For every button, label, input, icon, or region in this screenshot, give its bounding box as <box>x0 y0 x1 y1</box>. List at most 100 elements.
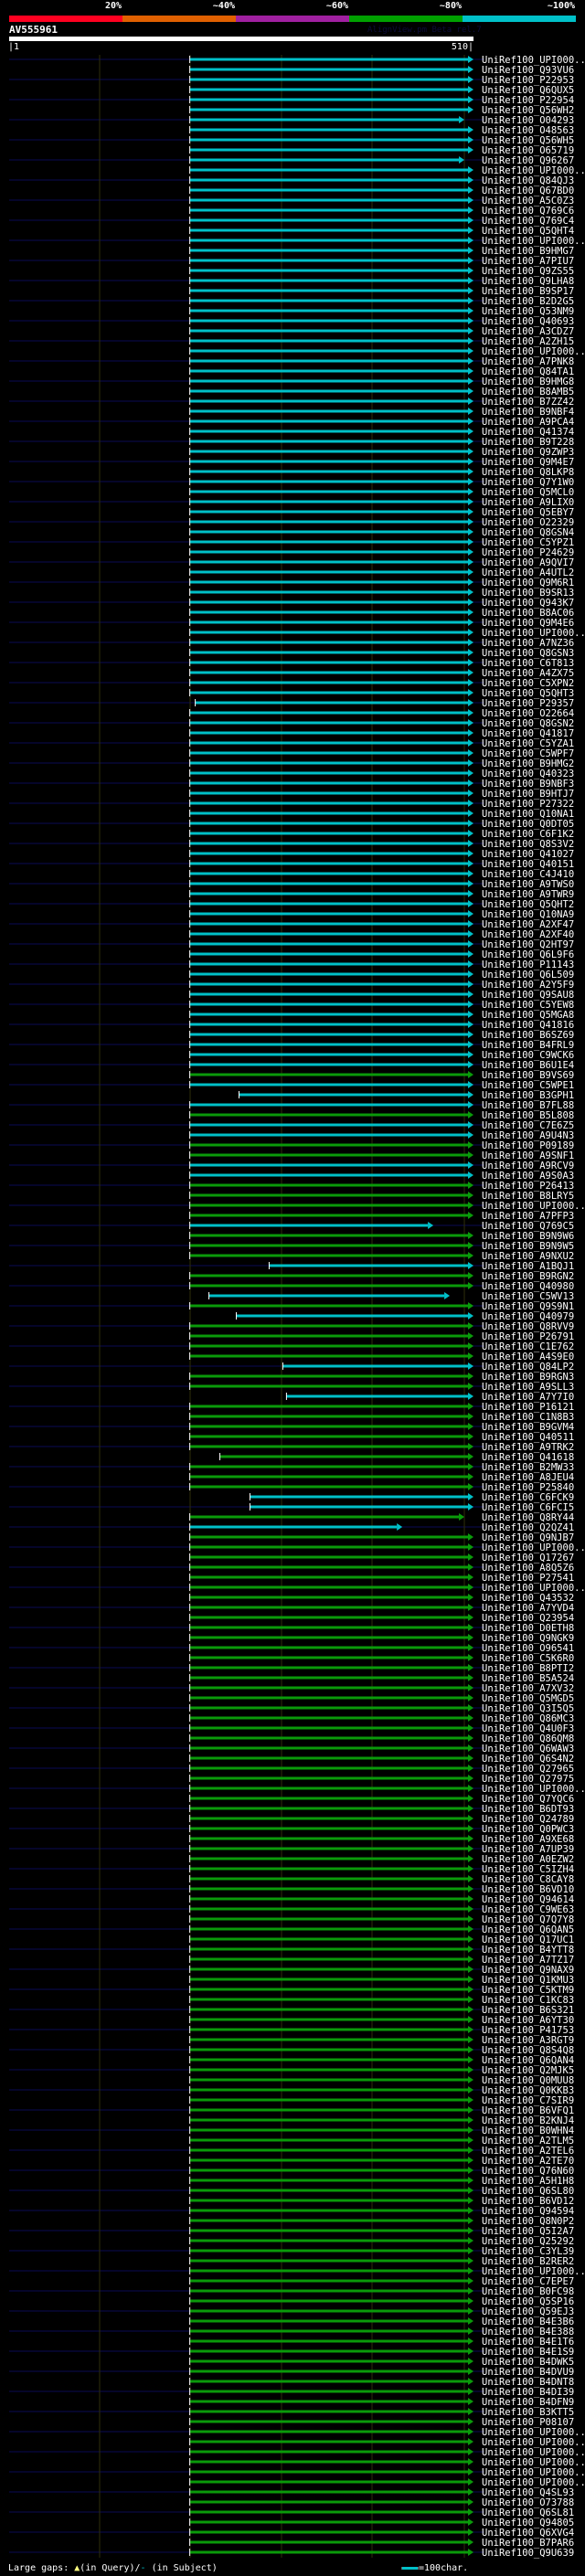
hit-bar <box>189 962 468 966</box>
hit-bar <box>189 801 468 805</box>
arrow-right-icon <box>468 599 473 606</box>
hit-bar <box>189 279 468 282</box>
hit-start-tick <box>189 1674 191 1681</box>
arrow-right-icon <box>468 2287 473 2295</box>
hit-start-tick <box>189 2378 191 2385</box>
arrow-right-icon <box>428 1222 434 1229</box>
hit-start-tick <box>189 257 191 264</box>
hit-start-tick <box>189 126 191 133</box>
arrow-right-icon <box>468 196 473 204</box>
hit-start-tick <box>189 2257 191 2264</box>
arrow-right-icon <box>468 2549 473 2556</box>
arrow-right-icon <box>468 176 473 184</box>
arrow-right-icon <box>468 2468 473 2475</box>
hit-start-tick <box>189 548 191 556</box>
arrow-right-icon <box>468 1111 473 1118</box>
hit-bar <box>189 2470 468 2474</box>
hit-start-tick <box>189 1865 191 1872</box>
hit-start-tick <box>189 2006 191 2013</box>
hit-bar <box>189 1756 468 1760</box>
hit-start-tick <box>189 1875 191 1882</box>
arrow-right-icon <box>468 1704 473 1712</box>
hit-bar <box>189 1163 468 1167</box>
hit-start-tick <box>189 518 191 525</box>
hit-bar <box>189 1585 468 1589</box>
hit-bar <box>189 1304 468 1308</box>
hit-start-tick <box>189 1161 191 1169</box>
hit-bar <box>189 1927 468 1931</box>
hit-start-tick <box>189 2016 191 2023</box>
arrow-right-icon <box>468 950 473 958</box>
hit-start-tick <box>189 749 191 757</box>
arrow-right-icon <box>468 2187 473 2194</box>
hit-bar <box>189 419 468 423</box>
arrow-right-icon <box>468 2086 473 2094</box>
hit-bar <box>189 1545 468 1549</box>
hit-bar <box>189 2319 468 2323</box>
hit-start-tick <box>189 227 191 234</box>
arrow-right-icon <box>468 1302 473 1309</box>
hit-bar <box>189 2038 468 2041</box>
arrow-right-icon <box>468 1021 473 1028</box>
hit-bar <box>189 671 468 674</box>
arrow-right-icon <box>468 769 473 777</box>
arrow-right-icon <box>468 920 473 928</box>
arrow-right-icon <box>459 156 465 164</box>
hit-start-tick <box>189 1553 191 1561</box>
arrow-right-icon <box>468 1001 473 1008</box>
arrow-right-icon <box>468 1252 473 1259</box>
hit-start-tick <box>189 2498 191 2506</box>
hit-start-tick <box>189 207 191 214</box>
hit-start-tick <box>189 769 191 777</box>
hit-bar <box>189 1907 468 1911</box>
arrow-right-icon <box>468 2508 473 2516</box>
arrow-right-icon <box>468 2056 473 2063</box>
hit-bar <box>189 1063 468 1066</box>
hit-start-tick <box>189 428 191 435</box>
hit-label[interactable]: UniRef100_Q9U639 <box>482 2548 574 2559</box>
hit-bar <box>189 1043 468 1046</box>
arrow-right-icon <box>468 2157 473 2164</box>
arrow-right-icon <box>468 126 473 133</box>
hit-start-tick <box>189 2217 191 2224</box>
hit-bar <box>189 902 468 906</box>
hit-bar <box>189 2380 468 2383</box>
hit-row[interactable]: UniRef100_Q9U639 <box>189 2548 574 2559</box>
hit-start-tick <box>189 1564 191 1571</box>
arrow-right-icon <box>468 659 473 666</box>
hit-start-tick <box>189 810 191 817</box>
hit-start-tick <box>189 1001 191 1008</box>
hit-bar <box>189 942 468 946</box>
hit-start-tick <box>189 870 191 877</box>
hit-bar <box>189 2058 468 2062</box>
hit-bar <box>189 560 468 564</box>
arrow-right-icon <box>468 327 473 334</box>
arrow-right-icon <box>468 719 473 726</box>
arrow-right-icon <box>468 1242 473 1249</box>
hit-start-tick <box>189 2549 191 2556</box>
hit-start-tick <box>189 910 191 917</box>
arrow-right-icon <box>468 438 473 445</box>
hit-start-tick <box>189 920 191 928</box>
hit-bar <box>189 1113 468 1117</box>
hit-bar <box>189 2108 468 2112</box>
hit-start-tick <box>189 2036 191 2043</box>
hit-bar <box>189 892 468 896</box>
hit-start-tick <box>189 2267 191 2274</box>
hit-bar <box>189 1616 468 1619</box>
hit-bar <box>189 2279 468 2283</box>
hit-bar <box>189 912 468 916</box>
hit-start-tick <box>189 1805 191 1812</box>
hit-start-tick <box>189 1905 191 1913</box>
arrow-right-icon <box>468 1543 473 1551</box>
hit-bar <box>189 1254 468 1257</box>
hit-bar <box>189 2500 468 2504</box>
arrow-right-icon <box>468 146 473 154</box>
arrow-right-icon <box>468 940 473 948</box>
arrow-right-icon <box>468 1895 473 1903</box>
arrow-right-icon <box>468 287 473 294</box>
hit-start-tick <box>285 1393 287 1400</box>
hit-bar <box>195 701 468 705</box>
hit-bar <box>189 1374 468 1378</box>
arrow-right-icon <box>468 2398 473 2405</box>
